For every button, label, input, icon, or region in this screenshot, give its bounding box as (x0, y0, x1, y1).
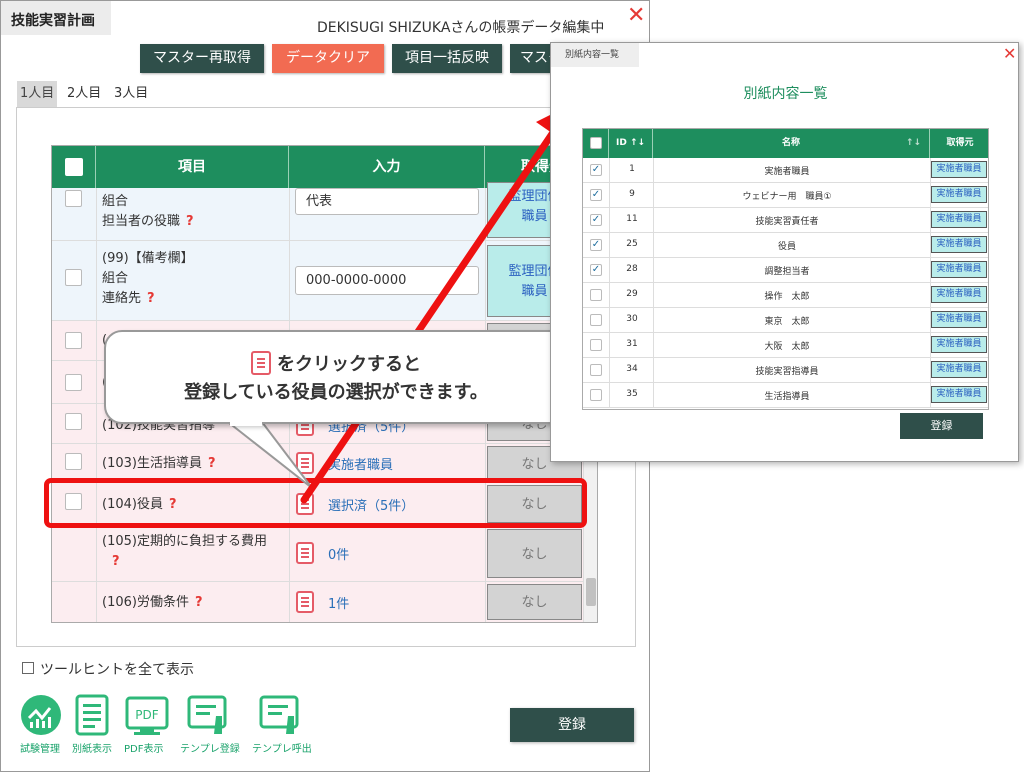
row-checkbox[interactable] (590, 289, 602, 301)
row-checkbox[interactable]: ✓ (590, 264, 602, 276)
row-name: 役員 (777, 242, 796, 252)
row-name: 技能実習指導員 (755, 367, 819, 377)
row-source-button[interactable]: 実施者職員 (931, 386, 987, 403)
row-source-button[interactable]: 実施者職員 (931, 211, 987, 228)
list-icon (251, 351, 271, 375)
row-checkbox[interactable]: ✓ (590, 164, 602, 176)
row-id: 25 (626, 239, 638, 249)
header-id-label: ID (615, 138, 627, 148)
attachment-list-modal: 別紙内容一覧 ✕ 別紙内容一覧 ID ↑↓ 名称 ↑↓ 取得元 ✓ 1 実施者職員 実施… (550, 42, 1019, 462)
row-id: 34 (626, 364, 638, 374)
row-checkbox[interactable] (590, 314, 602, 326)
sort-icon: ↑↓ (629, 138, 646, 148)
modal-table: ID ↑↓ 名称 ↑↓ 取得元 ✓ 1 実施者職員 実施者職員 ✓ 9 ウェビナー用 職員① 実… (582, 128, 989, 410)
list-item[interactable]: 30 東京 太郎 実施者職員 (583, 308, 988, 333)
callout-line-2: 登録している役員の選択ができます。 (184, 382, 488, 403)
row-source-button[interactable]: 実施者職員 (931, 236, 987, 253)
row-source-button[interactable]: 実施者職員 (931, 261, 987, 278)
row-name: 大阪 太郎 (764, 342, 810, 352)
list-item[interactable]: ✓ 28 調整担当者 実施者職員 (583, 258, 988, 283)
row-source-button[interactable]: 実施者職員 (931, 161, 987, 178)
row-id: 9 (629, 189, 635, 199)
row-name: 東京 太郎 (764, 317, 810, 327)
row-name: 調整担当者 (764, 267, 810, 277)
row-id: 1 (629, 164, 635, 174)
callout-text: をクリックすると (277, 354, 421, 375)
modal-register-button[interactable]: 登録 (900, 413, 983, 439)
close-icon[interactable]: ✕ (1003, 44, 1016, 63)
list-item[interactable]: ✓ 25 役員 実施者職員 (583, 233, 988, 258)
list-item[interactable]: 29 操作 太郎 実施者職員 (583, 283, 988, 308)
callout-tail (225, 421, 313, 489)
instruction-callout: をクリックすると 登録している役員の選択ができます。 (104, 330, 568, 424)
select-all-checkbox[interactable] (590, 137, 602, 149)
row-name: 操作 太郎 (764, 292, 810, 302)
row-checkbox[interactable] (590, 339, 602, 351)
header-name-label: 名称 (781, 138, 800, 148)
callout-line-1: をクリックすると (106, 350, 566, 376)
list-item[interactable]: 34 技能実習指導員 実施者職員 (583, 358, 988, 383)
modal-heading: 別紙内容一覧 (743, 86, 828, 102)
row-id: 31 (626, 339, 638, 349)
row-name: 生活指導員 (764, 392, 810, 402)
row-checkbox[interactable] (590, 364, 602, 376)
row-source-button[interactable]: 実施者職員 (931, 286, 987, 303)
row-checkbox[interactable] (590, 389, 602, 401)
pointer-arrow-line (300, 124, 560, 504)
row-name: ウェビナー用 職員① (742, 192, 832, 202)
sort-icon: ↑↓ (905, 138, 921, 148)
header-select-cell (583, 129, 609, 158)
row-source-button[interactable]: 実施者職員 (931, 186, 987, 203)
row-checkbox[interactable]: ✓ (590, 214, 602, 226)
callout-tail-mask (230, 420, 262, 426)
row-checkbox[interactable]: ✓ (590, 239, 602, 251)
modal-tab: 別紙内容一覧 (551, 43, 639, 67)
row-checkbox[interactable]: ✓ (590, 189, 602, 201)
list-item[interactable]: 35 生活指導員 実施者職員 (583, 383, 988, 408)
list-item[interactable]: ✓ 11 技能実習責任者 実施者職員 (583, 208, 988, 233)
row-id: 11 (626, 214, 638, 224)
row-id: 35 (626, 389, 638, 399)
row-id: 30 (626, 314, 638, 324)
header-id[interactable]: ID ↑↓ (609, 129, 653, 158)
row-id: 28 (626, 264, 638, 274)
header-name[interactable]: 名称 ↑↓ (653, 129, 930, 158)
row-name: 実施者職員 (764, 167, 810, 177)
row-source-button[interactable]: 実施者職員 (931, 336, 987, 353)
row-source-button[interactable]: 実施者職員 (931, 361, 987, 378)
list-item[interactable]: 31 大阪 太郎 実施者職員 (583, 333, 988, 358)
header-source: 取得元 (930, 129, 988, 158)
list-item[interactable]: ✓ 1 実施者職員 実施者職員 (583, 158, 988, 183)
row-source-button[interactable]: 実施者職員 (931, 311, 987, 328)
list-item[interactable]: ✓ 9 ウェビナー用 職員① 実施者職員 (583, 183, 988, 208)
row-name: 技能実習責任者 (755, 217, 819, 227)
row-id: 29 (626, 289, 638, 299)
